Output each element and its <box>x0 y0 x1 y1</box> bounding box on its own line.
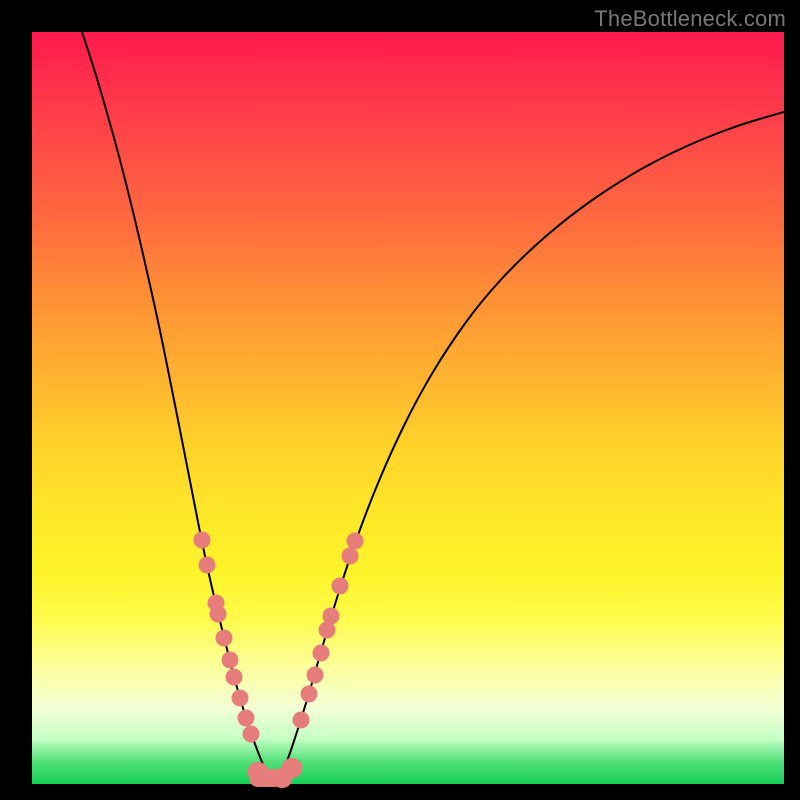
data-point <box>332 578 349 595</box>
data-point <box>194 532 211 549</box>
curve-left <box>82 32 270 781</box>
data-point <box>307 667 324 684</box>
data-point <box>293 712 310 729</box>
data-point <box>243 726 260 743</box>
data-point <box>199 557 216 574</box>
data-point <box>313 645 330 662</box>
data-point <box>226 669 243 686</box>
data-point <box>238 710 255 727</box>
data-point <box>210 606 227 623</box>
data-point <box>342 548 359 565</box>
data-point <box>323 608 340 625</box>
watermark-text: TheBottleneck.com <box>594 6 786 32</box>
curve-layer <box>32 32 784 784</box>
chart-stage: TheBottleneck.com <box>0 0 800 800</box>
data-point <box>347 533 364 550</box>
curve-right <box>278 112 784 781</box>
data-point <box>282 758 303 778</box>
data-point <box>232 690 249 707</box>
data-point <box>222 652 239 669</box>
data-point <box>301 686 318 703</box>
data-point <box>216 630 233 647</box>
